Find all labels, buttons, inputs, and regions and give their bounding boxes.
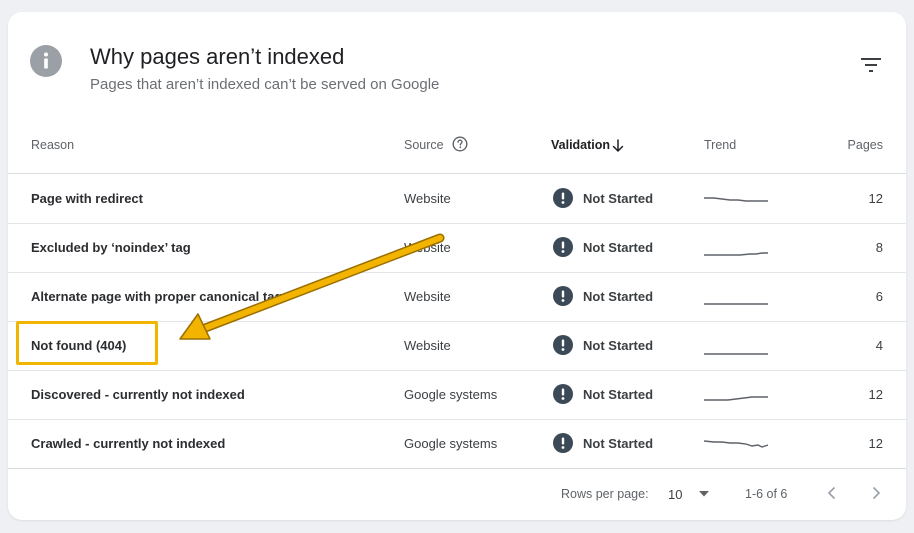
row-reason[interactable]: Excluded by ‘noindex’ tag: [31, 240, 191, 255]
row-validation: Not Started: [583, 289, 654, 304]
column-header-trend[interactable]: Trend: [704, 138, 736, 152]
trend-sparkline: [704, 396, 768, 401]
table-row[interactable]: Page with redirect Website Not Started 1…: [8, 174, 906, 224]
info-icon: [30, 45, 62, 77]
trend-sparkline: [704, 353, 768, 355]
row-validation: Not Started: [583, 191, 654, 206]
exclamation-icon: [553, 433, 573, 453]
rows-per-page-label: Rows per page:: [561, 487, 649, 501]
exclamation-icon: [553, 188, 573, 208]
row-source: Website: [404, 289, 451, 304]
exclamation-icon: [553, 286, 573, 306]
row-pages: 12: [868, 387, 883, 402]
column-header-validation[interactable]: Validation: [551, 138, 610, 152]
page-subtitle: Pages that aren’t indexed can’t be serve…: [90, 76, 440, 93]
table-row[interactable]: Alternate page with proper canonical tag…: [8, 272, 906, 322]
column-header-pages[interactable]: Pages: [808, 138, 883, 152]
row-reason[interactable]: Discovered - currently not indexed: [31, 387, 245, 402]
column-header-reason[interactable]: Reason: [31, 138, 74, 152]
row-source: Website: [404, 338, 451, 353]
row-reason[interactable]: Page with redirect: [31, 191, 143, 206]
row-pages: 8: [875, 240, 883, 255]
table-row[interactable]: Excluded by ‘noindex’ tag Website Not St…: [8, 223, 906, 273]
column-header-source[interactable]: Source: [404, 138, 444, 152]
table-row[interactable]: Crawled - currently not indexed Google s…: [8, 419, 906, 469]
row-source: Google systems: [404, 387, 498, 402]
arrow-down-icon[interactable]: [612, 139, 624, 153]
rows-per-page-select[interactable]: 10: [668, 487, 682, 502]
row-pages: 12: [868, 191, 883, 206]
dropdown-arrow-icon[interactable]: [698, 490, 710, 498]
row-pages: 12: [868, 436, 883, 451]
report-card: Why pages aren’t indexed Pages that aren…: [8, 12, 906, 520]
highlight-box: [16, 321, 158, 365]
exclamation-icon: [553, 384, 573, 404]
filter-icon[interactable]: [860, 56, 882, 74]
row-reason[interactable]: Alternate page with proper canonical tag: [31, 289, 282, 304]
row-pages: 6: [875, 289, 883, 304]
row-pages: 4: [875, 338, 883, 353]
row-source: Google systems: [404, 436, 498, 451]
trend-sparkline: [704, 252, 768, 256]
row-validation: Not Started: [583, 338, 654, 353]
row-validation: Not Started: [583, 240, 654, 255]
chevron-left-icon[interactable]: [826, 486, 838, 500]
row-validation: Not Started: [583, 387, 654, 402]
trend-sparkline: [704, 303, 768, 305]
table-row[interactable]: Discovered - currently not indexed Googl…: [8, 370, 906, 420]
help-icon[interactable]: [452, 136, 468, 152]
page-title: Why pages aren’t indexed: [90, 44, 345, 69]
exclamation-icon: [553, 237, 573, 257]
trend-sparkline: [704, 197, 768, 202]
row-validation: Not Started: [583, 436, 654, 451]
exclamation-icon: [553, 335, 573, 355]
pagination-range: 1-6 of 6: [745, 487, 788, 501]
trend-sparkline: [704, 440, 768, 448]
chevron-right-icon[interactable]: [870, 486, 882, 500]
row-reason[interactable]: Crawled - currently not indexed: [31, 436, 225, 451]
row-source: Website: [404, 191, 451, 206]
row-source: Website: [404, 240, 451, 255]
